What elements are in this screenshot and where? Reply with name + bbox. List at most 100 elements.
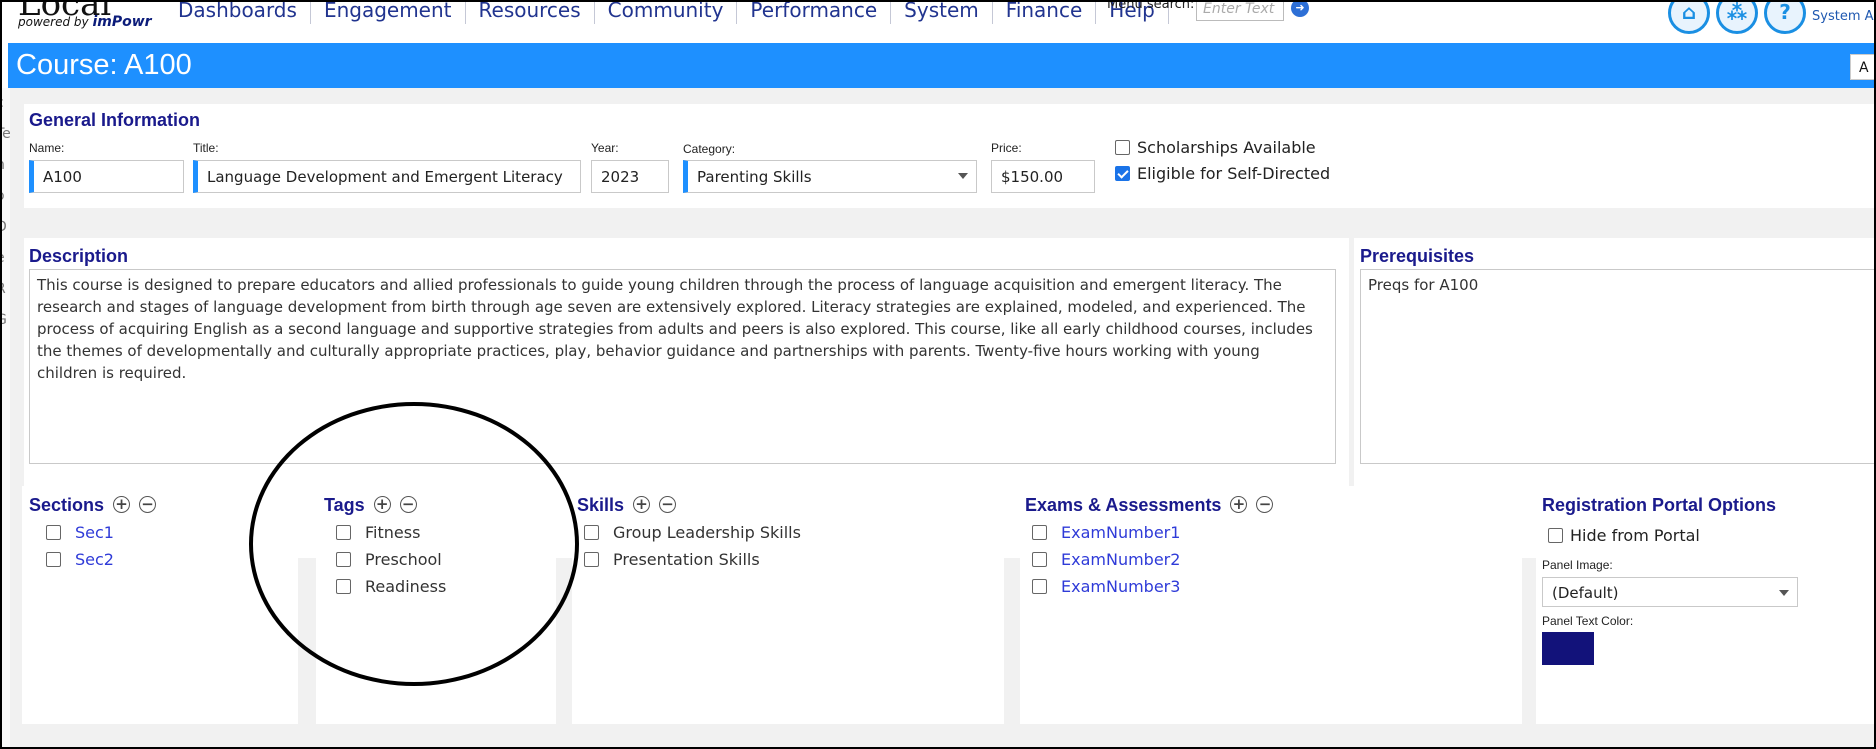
tag-label: Preschool bbox=[365, 550, 442, 569]
remove-tag-icon[interactable]: − bbox=[399, 496, 417, 513]
menu-performance[interactable]: Performance bbox=[737, 0, 892, 24]
sections-list: Sec1 Sec2 bbox=[46, 519, 114, 573]
exam-checkbox[interactable] bbox=[1032, 579, 1047, 594]
menu-resources[interactable]: Resources bbox=[466, 0, 595, 24]
panel-text-color-label: Panel Text Color: bbox=[1542, 614, 1634, 628]
page-header: Course: A100 A bbox=[8, 43, 1876, 88]
remove-exam-icon[interactable]: − bbox=[1256, 496, 1274, 513]
chevron-down-icon bbox=[958, 173, 968, 179]
exam-link[interactable]: ExamNumber1 bbox=[1061, 523, 1180, 542]
header-action-button[interactable]: A bbox=[1850, 54, 1876, 80]
description-line: research and stages of language developm… bbox=[37, 298, 1306, 316]
exam-checkbox[interactable] bbox=[1032, 552, 1047, 567]
tags-title-text: Tags bbox=[324, 495, 365, 515]
category-select[interactable]: Parenting Skills bbox=[683, 160, 977, 193]
list-item[interactable]: ExamNumber2 bbox=[1032, 546, 1180, 573]
general-info-title: General Information bbox=[29, 110, 201, 130]
price-field[interactable]: $150.00 bbox=[991, 160, 1095, 193]
menu-finance[interactable]: Finance bbox=[993, 0, 1097, 24]
help-icon[interactable]: ? bbox=[1764, 0, 1806, 34]
top-navigation: Local powered by imPowr Dashboards Engag… bbox=[0, 0, 1876, 43]
description-line: children is required. bbox=[37, 364, 187, 382]
name-field[interactable]: A100 bbox=[29, 160, 184, 193]
exam-link[interactable]: ExamNumber2 bbox=[1061, 550, 1180, 569]
logo-powered-by: powered by imPowr bbox=[18, 14, 152, 30]
section-link[interactable]: Sec2 bbox=[75, 550, 114, 569]
portal-options-panel: Registration Portal Options Hide from Po… bbox=[1536, 486, 1876, 724]
list-item[interactable]: ExamNumber1 bbox=[1032, 519, 1180, 546]
list-item[interactable]: Readiness bbox=[336, 573, 446, 600]
menu-community[interactable]: Community bbox=[595, 0, 738, 24]
remove-section-icon[interactable]: − bbox=[139, 496, 157, 513]
powered-by-text: powered by bbox=[18, 15, 89, 29]
section-checkbox[interactable] bbox=[46, 525, 61, 540]
title-field[interactable]: Language Development and Emergent Litera… bbox=[193, 160, 581, 193]
self-directed-option[interactable]: Eligible for Self-Directed bbox=[1115, 164, 1330, 183]
tag-checkbox[interactable] bbox=[336, 525, 351, 540]
network-icon[interactable]: ⁂ bbox=[1716, 0, 1758, 34]
exams-list: ExamNumber1 ExamNumber2 ExamNumber3 bbox=[1032, 519, 1180, 600]
list-item[interactable]: Group Leadership Skills bbox=[584, 519, 801, 546]
section-checkbox[interactable] bbox=[46, 552, 61, 567]
skill-checkbox[interactable] bbox=[584, 525, 599, 540]
list-item[interactable]: Sec2 bbox=[46, 546, 114, 573]
tags-list: Fitness Preschool Readiness bbox=[336, 519, 446, 600]
list-item[interactable]: Preschool bbox=[336, 546, 446, 573]
exams-title-text: Exams & Assessments bbox=[1025, 495, 1222, 515]
logo-brand: imPowr bbox=[92, 14, 152, 30]
portal-options-title: Registration Portal Options bbox=[1542, 495, 1777, 515]
tag-checkbox[interactable] bbox=[336, 579, 351, 594]
sections-title-text: Sections bbox=[29, 495, 105, 515]
left-edge-strip: cTenoDeRG bbox=[0, 88, 10, 749]
add-section-icon[interactable]: + bbox=[113, 496, 131, 513]
user-menu[interactable]: System Admin bbox=[1812, 9, 1876, 24]
scholarships-checkbox[interactable] bbox=[1115, 140, 1130, 155]
exams-panel: Exams & Assessments + − ExamNumber1 Exam… bbox=[1020, 486, 1522, 724]
skills-title: Skills + − bbox=[577, 495, 677, 516]
year-label: Year: bbox=[591, 141, 619, 155]
sections-panel: Sections + − Sec1 Sec2 bbox=[22, 486, 298, 724]
tag-label: Fitness bbox=[365, 523, 421, 542]
description-line: the themes of developmentally and cultur… bbox=[37, 342, 1260, 360]
list-item[interactable]: Presentation Skills bbox=[584, 546, 801, 573]
panel-text-color-swatch[interactable] bbox=[1542, 632, 1594, 665]
skill-checkbox[interactable] bbox=[584, 552, 599, 567]
menu-engagement[interactable]: Engagement bbox=[311, 0, 466, 24]
tag-checkbox[interactable] bbox=[336, 552, 351, 567]
add-exam-icon[interactable]: + bbox=[1230, 496, 1248, 513]
prerequisites-textarea[interactable]: Preqs for A100 bbox=[1360, 269, 1876, 464]
title-label: Title: bbox=[193, 141, 219, 155]
chevron-down-icon bbox=[1779, 590, 1789, 596]
tags-title: Tags + − bbox=[324, 495, 417, 516]
list-item[interactable]: Sec1 bbox=[46, 519, 114, 546]
panel-image-select[interactable]: (Default) bbox=[1542, 577, 1798, 607]
exam-checkbox[interactable] bbox=[1032, 525, 1047, 540]
description-textarea[interactable]: This course is designed to prepare educa… bbox=[29, 269, 1336, 464]
description-line: This course is designed to prepare educa… bbox=[37, 276, 1282, 294]
hide-from-portal-checkbox[interactable] bbox=[1548, 528, 1563, 543]
menu-search-input[interactable]: Enter Text bbox=[1196, 0, 1284, 21]
skill-label: Group Leadership Skills bbox=[613, 523, 801, 542]
menu-search-label: Menu search: bbox=[1107, 0, 1195, 12]
hide-from-portal-option[interactable]: Hide from Portal bbox=[1548, 526, 1700, 545]
category-value: Parenting Skills bbox=[697, 168, 812, 186]
list-item[interactable]: ExamNumber3 bbox=[1032, 573, 1180, 600]
menu-system[interactable]: System bbox=[891, 0, 993, 24]
panel-image-label: Panel Image: bbox=[1542, 558, 1613, 572]
self-directed-label: Eligible for Self-Directed bbox=[1137, 164, 1331, 183]
year-field[interactable]: 2023 bbox=[591, 160, 669, 193]
panel-image-value: (Default) bbox=[1552, 584, 1619, 602]
add-tag-icon[interactable]: + bbox=[373, 496, 391, 513]
remove-skill-icon[interactable]: − bbox=[659, 496, 677, 513]
search-go-icon[interactable]: ➜ bbox=[1291, 0, 1309, 17]
self-directed-checkbox[interactable] bbox=[1115, 166, 1130, 181]
list-item[interactable]: Fitness bbox=[336, 519, 446, 546]
hide-from-portal-label: Hide from Portal bbox=[1570, 526, 1700, 545]
scholarships-option[interactable]: Scholarships Available bbox=[1115, 138, 1316, 157]
exam-link[interactable]: ExamNumber3 bbox=[1061, 577, 1180, 596]
home-icon[interactable]: ⌂ bbox=[1668, 0, 1710, 34]
page-title: Course: A100 bbox=[16, 49, 192, 81]
menu-dashboards[interactable]: Dashboards bbox=[165, 0, 311, 24]
add-skill-icon[interactable]: + bbox=[633, 496, 651, 513]
section-link[interactable]: Sec1 bbox=[75, 523, 114, 542]
